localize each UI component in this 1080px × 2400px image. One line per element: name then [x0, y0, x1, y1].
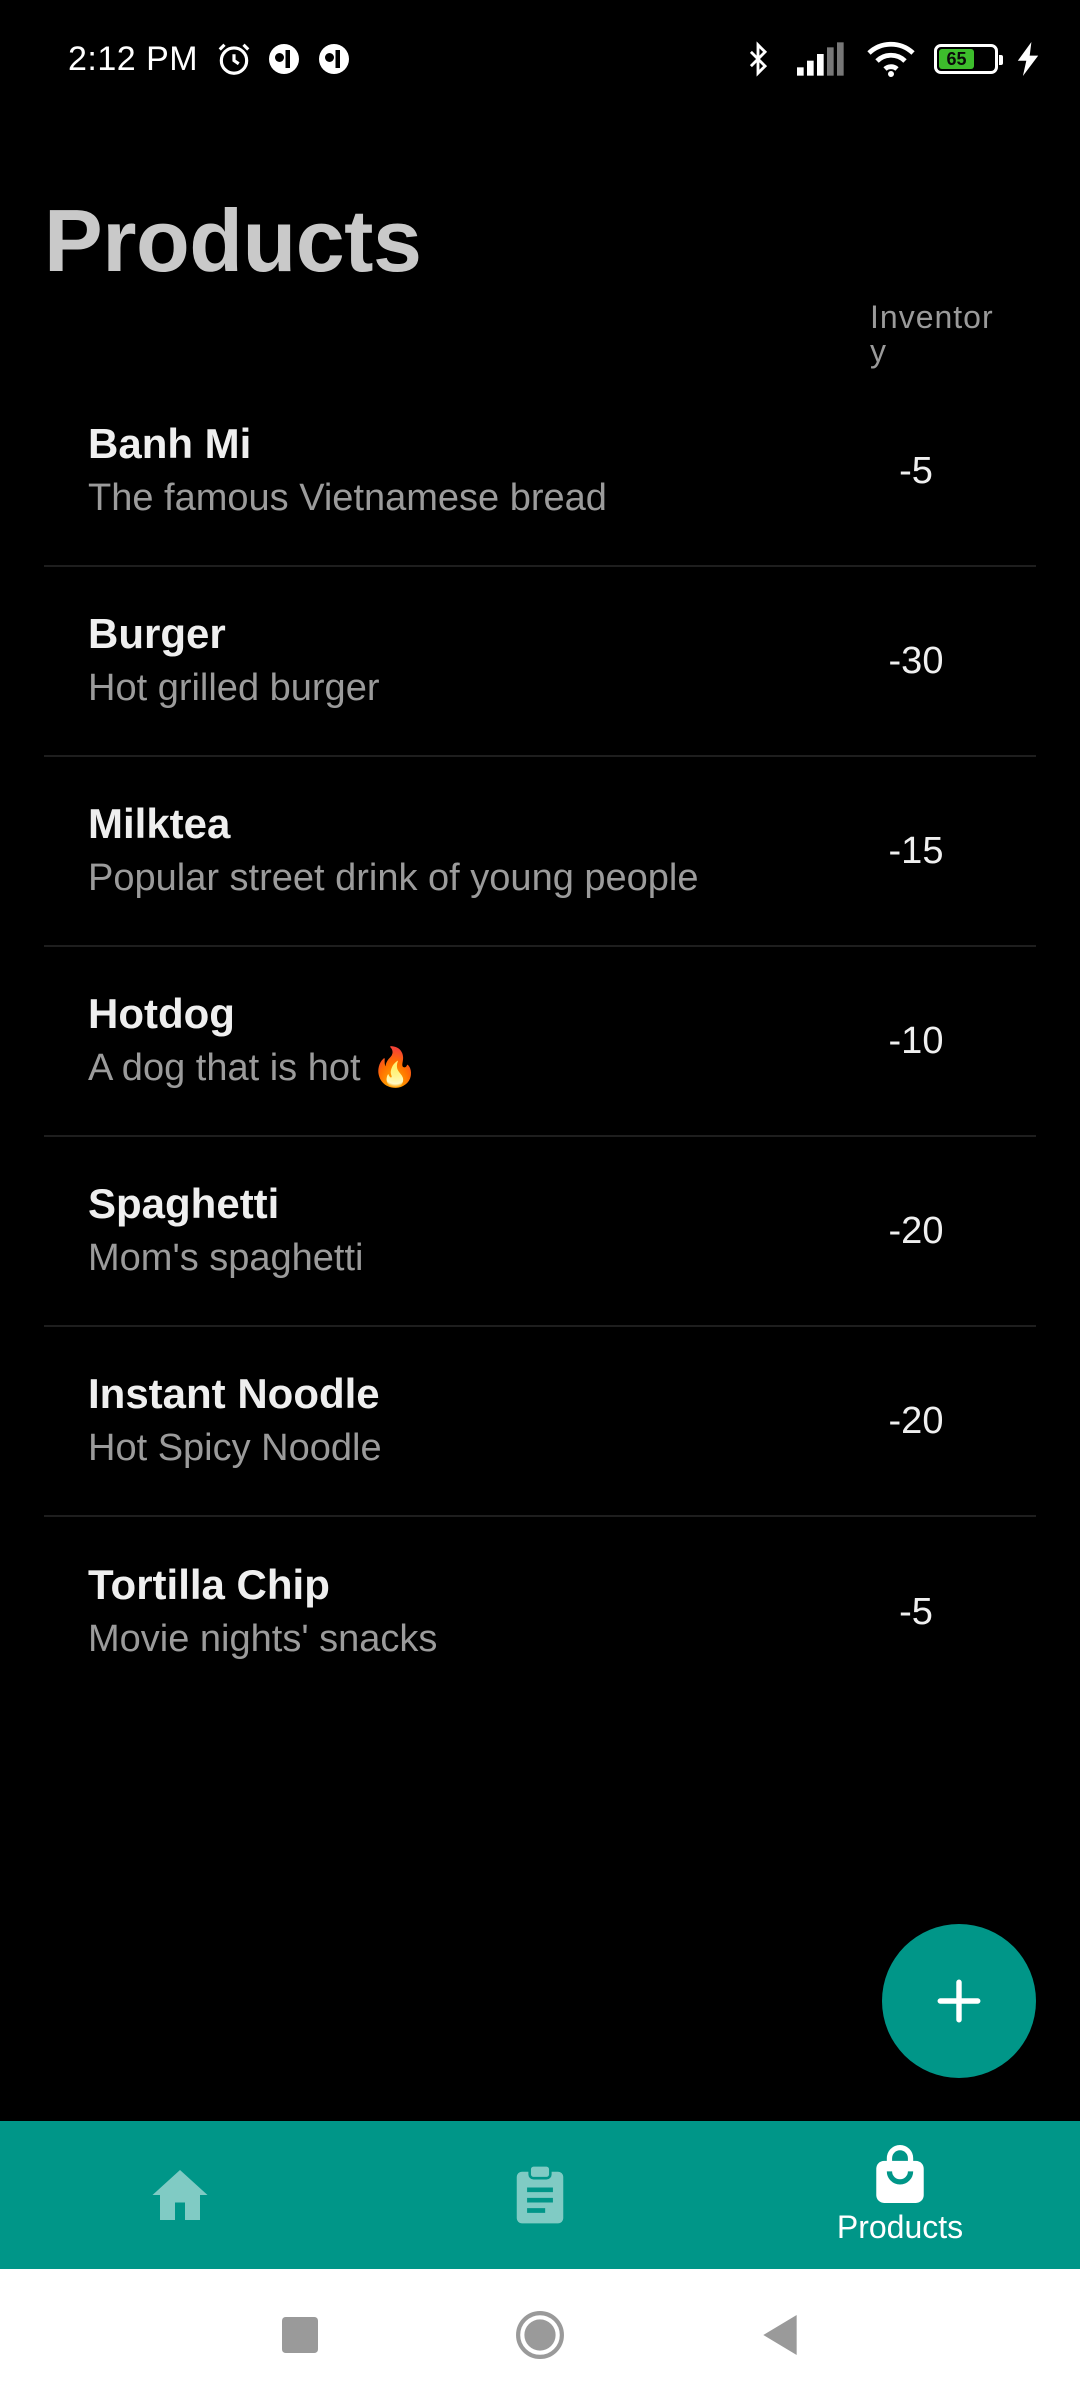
product-description: Mom's spaghetti	[88, 1237, 364, 1279]
list-item[interactable]: Banh Mi The famous Vietnamese bread -5	[44, 377, 1036, 567]
recent-apps-button[interactable]	[270, 2305, 330, 2365]
back-button[interactable]	[750, 2305, 810, 2365]
product-name: Spaghetti	[88, 1180, 280, 1227]
alarm-icon	[214, 39, 254, 79]
bottom-navigation: Products	[0, 2121, 1080, 2269]
list-item[interactable]: Burger Hot grilled burger -30	[44, 567, 1036, 757]
product-inventory: -5	[899, 449, 933, 492]
plus-icon	[937, 1979, 981, 2023]
product-description: Hot Spicy Noodle	[88, 1427, 382, 1469]
list-item[interactable]: Milktea Popular street drink of young pe…	[44, 757, 1036, 947]
product-inventory: -30	[888, 639, 944, 682]
shopping-bag-icon	[876, 2144, 924, 2203]
product-list: Banh Mi The famous Vietnamese bread -5 B…	[44, 377, 1036, 1707]
signal-icon	[796, 39, 848, 79]
product-inventory: -5	[899, 1590, 933, 1633]
product-text: Milktea Popular street drink of young pe…	[88, 757, 699, 945]
circle-icon	[516, 2310, 564, 2359]
product-inventory: -15	[888, 829, 944, 872]
product-name: Banh Mi	[88, 420, 252, 467]
page-title: Products	[44, 191, 422, 290]
add-product-button[interactable]	[882, 1924, 1036, 2078]
nav-item-home[interactable]	[0, 2121, 360, 2269]
status-left: 2:12 PM	[68, 39, 354, 79]
product-name: Hotdog	[88, 990, 235, 1037]
product-description: The famous Vietnamese bread	[88, 477, 607, 519]
product-inventory: -20	[888, 1209, 944, 1252]
screen: 2:12 PM 65 Products Inventory Banh Mi Th…	[0, 0, 1080, 2400]
product-text: Banh Mi The famous Vietnamese bread	[88, 377, 607, 565]
list-item[interactable]: Tortilla Chip Movie nights' snacks -5	[44, 1517, 1036, 1707]
clipboard-icon	[516, 2164, 564, 2224]
inventory-column-header: Inventory	[870, 299, 994, 369]
nav-item-products[interactable]: Products	[720, 2121, 1080, 2269]
product-name: Burger	[88, 610, 226, 657]
app-notification-icon	[264, 39, 304, 79]
list-item[interactable]: Hotdog A dog that is hot 🔥 -10	[44, 947, 1036, 1137]
system-navigation-bar	[0, 2269, 1080, 2400]
bluetooth-icon	[738, 39, 778, 79]
product-description: Movie nights' snacks	[88, 1618, 438, 1660]
product-text: Hotdog A dog that is hot 🔥	[88, 947, 418, 1135]
status-time: 2:12 PM	[68, 39, 199, 78]
product-text: Burger Hot grilled burger	[88, 567, 379, 755]
product-inventory: -20	[888, 1399, 944, 1442]
product-text: Spaghetti Mom's spaghetti	[88, 1137, 363, 1325]
list-item[interactable]: Instant Noodle Hot Spicy Noodle -20	[44, 1327, 1036, 1517]
product-inventory: -10	[888, 1019, 944, 1062]
nav-label-products: Products	[836, 2208, 964, 2245]
product-name: Milktea	[88, 800, 231, 847]
product-text: Instant Noodle Hot Spicy Noodle	[88, 1327, 382, 1515]
nav-item-orders[interactable]	[360, 2121, 720, 2269]
product-description: Hot grilled burger	[88, 667, 380, 709]
home-system-button[interactable]	[510, 2305, 570, 2365]
wifi-icon	[866, 39, 916, 79]
product-name: Tortilla Chip	[88, 1561, 330, 1608]
product-description: A dog that is hot 🔥	[88, 1047, 419, 1089]
back-triangle-icon	[763, 2314, 797, 2355]
list-item[interactable]: Spaghetti Mom's spaghetti -20	[44, 1137, 1036, 1327]
home-icon	[152, 2170, 208, 2220]
battery-level: 65	[939, 49, 975, 69]
product-name: Instant Noodle	[88, 1370, 380, 1417]
status-right: 65	[738, 39, 1040, 79]
app-notification-icon	[314, 39, 354, 79]
product-description: Popular street drink of young people	[88, 857, 699, 899]
charging-icon	[1016, 39, 1040, 79]
product-text: Tortilla Chip Movie nights' snacks	[88, 1517, 437, 1707]
status-bar: 2:12 PM 65	[0, 0, 1080, 118]
square-icon	[282, 2316, 318, 2353]
battery-icon: 65	[934, 44, 1003, 74]
